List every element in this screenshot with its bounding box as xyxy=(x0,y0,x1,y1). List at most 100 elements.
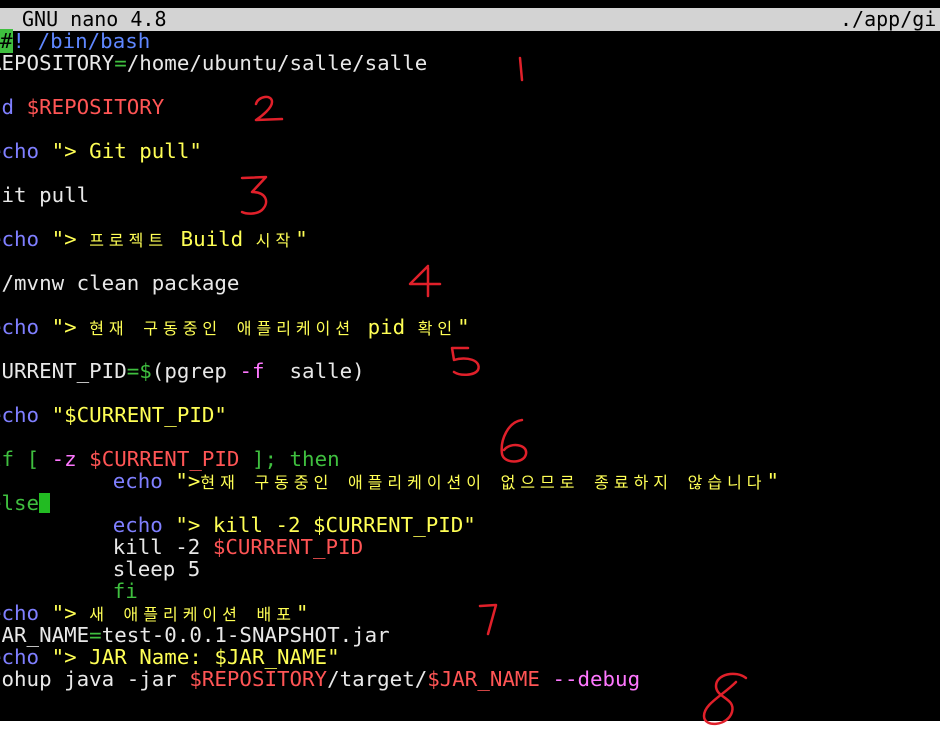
code-line-echo-current: echo "$CURRENT_PID" xyxy=(0,404,227,426)
jar-name-var: JAR_NAME xyxy=(0,623,90,647)
echo-string: "> xyxy=(51,601,90,625)
code-line-current-pid: CURRENT_PID=$(pgrep -f salle) xyxy=(0,360,365,382)
echo-keyword: echo xyxy=(112,469,163,493)
code-line-echo-build: echo "> 프로젝트 Build 시작" xyxy=(0,228,308,250)
kill-cmd: kill -2 xyxy=(112,535,213,559)
fi-keyword: fi xyxy=(112,579,138,603)
subshell-close: ) xyxy=(352,359,365,383)
sleep-cmd: sleep 5 xyxy=(112,557,201,581)
code-line-fi: fi xyxy=(0,580,138,602)
echo-string: "> xyxy=(39,227,90,251)
code-line-mvnw: ./mvnw clean package xyxy=(0,272,239,294)
editor-name: GNU nano 4.8 xyxy=(22,8,167,31)
code-line-repository: REPOSITORY=/home/ubuntu/salle/salle xyxy=(0,52,427,74)
code-line-cd: cd $REPOSITORY xyxy=(0,96,164,118)
repository-var: REPOSITORY xyxy=(0,51,115,75)
code-line-else: else xyxy=(0,491,51,515)
assign-op: = xyxy=(89,623,102,647)
subshell-dollar: $ xyxy=(139,359,152,383)
echo-korean-text: 확인 xyxy=(417,319,458,338)
current-pid-var: CURRENT_PID xyxy=(0,359,127,383)
nohup-jar-var: $JAR_NAME xyxy=(427,667,540,691)
code-line-kill: kill -2 $CURRENT_PID xyxy=(0,536,363,558)
pgrep-cmd: (pgrep xyxy=(151,359,240,383)
code-line-echo-pid: echo "> 현재 구동중인 애플리케이션 pid 확인" xyxy=(0,316,470,338)
annotation-4 xyxy=(408,264,442,298)
echo-string: " xyxy=(295,601,309,625)
echo-string: "> kill -2 $CURRENT_PID" xyxy=(175,513,476,537)
echo-keyword: echo xyxy=(112,513,163,537)
git-pull-cmd: git pull xyxy=(0,183,90,207)
nohup-repo-var: $REPOSITORY xyxy=(189,667,328,691)
assign-op: = xyxy=(114,51,127,75)
code-line-echo-jar: echo "> JAR Name: $JAR_NAME" xyxy=(0,646,340,668)
code-line-nohup: nohup java -jar $REPOSITORY/target/$JAR_… xyxy=(0,668,640,690)
shebang-path: ! /bin/bash xyxy=(12,29,151,53)
echo-keyword: echo xyxy=(0,601,40,625)
code-line-echo-kill: echo "> kill -2 $CURRENT_PID" xyxy=(0,514,476,536)
kill-var: $CURRENT_PID xyxy=(212,535,364,559)
echo-string: pid xyxy=(355,315,418,339)
cd-keyword: cd xyxy=(0,95,15,119)
nohup-debug-flag: --debug xyxy=(539,667,641,691)
echo-korean-text: 새 애플리케이션 배포 xyxy=(89,605,296,624)
annotation-1 xyxy=(518,56,524,82)
annotation-3 xyxy=(240,175,268,215)
echo-string: " xyxy=(457,315,470,339)
code-line-sleep: sleep 5 xyxy=(0,557,201,581)
annotation-7 xyxy=(478,603,498,636)
if-bracket-close: ]; xyxy=(239,447,290,471)
annotation-5 xyxy=(450,346,480,376)
echo-korean-text: 현재 구동중인 애플리케이션이 없으므로 종료하지 않습니다 xyxy=(200,473,767,492)
annotation-8 xyxy=(702,672,748,725)
text-cursor xyxy=(39,493,51,513)
echo-string: "> xyxy=(51,315,90,339)
shebang-hash: # xyxy=(0,29,13,53)
echo-string: "> JAR Name: $JAR_NAME" xyxy=(51,645,340,669)
pgrep-flag: -f xyxy=(239,359,265,383)
code-line-echo-deploy: echo "> 새 애플리케이션 배포" xyxy=(0,602,308,624)
mvnw-cmd: ./mvnw clean package xyxy=(0,271,240,295)
code-line-echo-git: echo "> Git pull" xyxy=(0,140,202,162)
code-line-if: if [ -z $CURRENT_PID ]; then xyxy=(0,448,340,470)
if-flag: -z xyxy=(51,447,77,471)
echo-string: " xyxy=(766,469,780,493)
echo-string: "> xyxy=(175,469,201,493)
echo-korean-text: 프로젝트 xyxy=(89,231,169,250)
if-bracket: [ xyxy=(14,447,52,471)
pgrep-arg: salle xyxy=(264,359,353,383)
annotation-2 xyxy=(254,95,284,122)
code-line-echo-none: echo ">현재 구동중인 애플리케이션이 없으므로 종료하지 않습니다" xyxy=(0,470,779,492)
cd-arg: $REPOSITORY xyxy=(26,95,165,119)
echo-korean-text: 현재 구동중인 애플리케이션 xyxy=(89,319,356,338)
code-line-git-pull: git pull xyxy=(0,184,89,206)
echo-string: "> Git pull" xyxy=(51,139,202,163)
file-path: ./app/gi xyxy=(840,8,937,31)
echo-keyword: echo xyxy=(0,403,40,427)
echo-string: " xyxy=(295,227,308,251)
echo-keyword: echo xyxy=(0,227,40,251)
code-line-shebang: #! /bin/bash xyxy=(0,29,151,53)
code-line-jar-name: JAR_NAME=test-0.0.1-SNAPSHOT.jar xyxy=(0,624,390,646)
window-top-strip xyxy=(0,0,940,8)
if-keyword: if xyxy=(0,447,15,471)
echo-keyword: echo xyxy=(0,315,40,339)
nohup-path: /target/ xyxy=(327,667,428,691)
echo-keyword: echo xyxy=(0,139,40,163)
echo-keyword: echo xyxy=(0,645,40,669)
jar-name-value: test-0.0.1-SNAPSHOT.jar xyxy=(101,623,390,647)
assign-op: = xyxy=(126,359,140,383)
echo-string: "$CURRENT_PID" xyxy=(51,403,227,427)
else-keyword: else xyxy=(0,491,40,515)
nano-title-bar: GNU nano 4.8 ./app/gi xyxy=(0,8,940,31)
then-keyword: then xyxy=(289,447,340,471)
nohup-cmd: nohup java -jar xyxy=(0,667,190,691)
echo-korean-text: 시작 xyxy=(255,231,296,250)
repository-path: /home/ubuntu/salle/salle xyxy=(126,51,428,75)
if-var: $CURRENT_PID xyxy=(76,447,240,471)
